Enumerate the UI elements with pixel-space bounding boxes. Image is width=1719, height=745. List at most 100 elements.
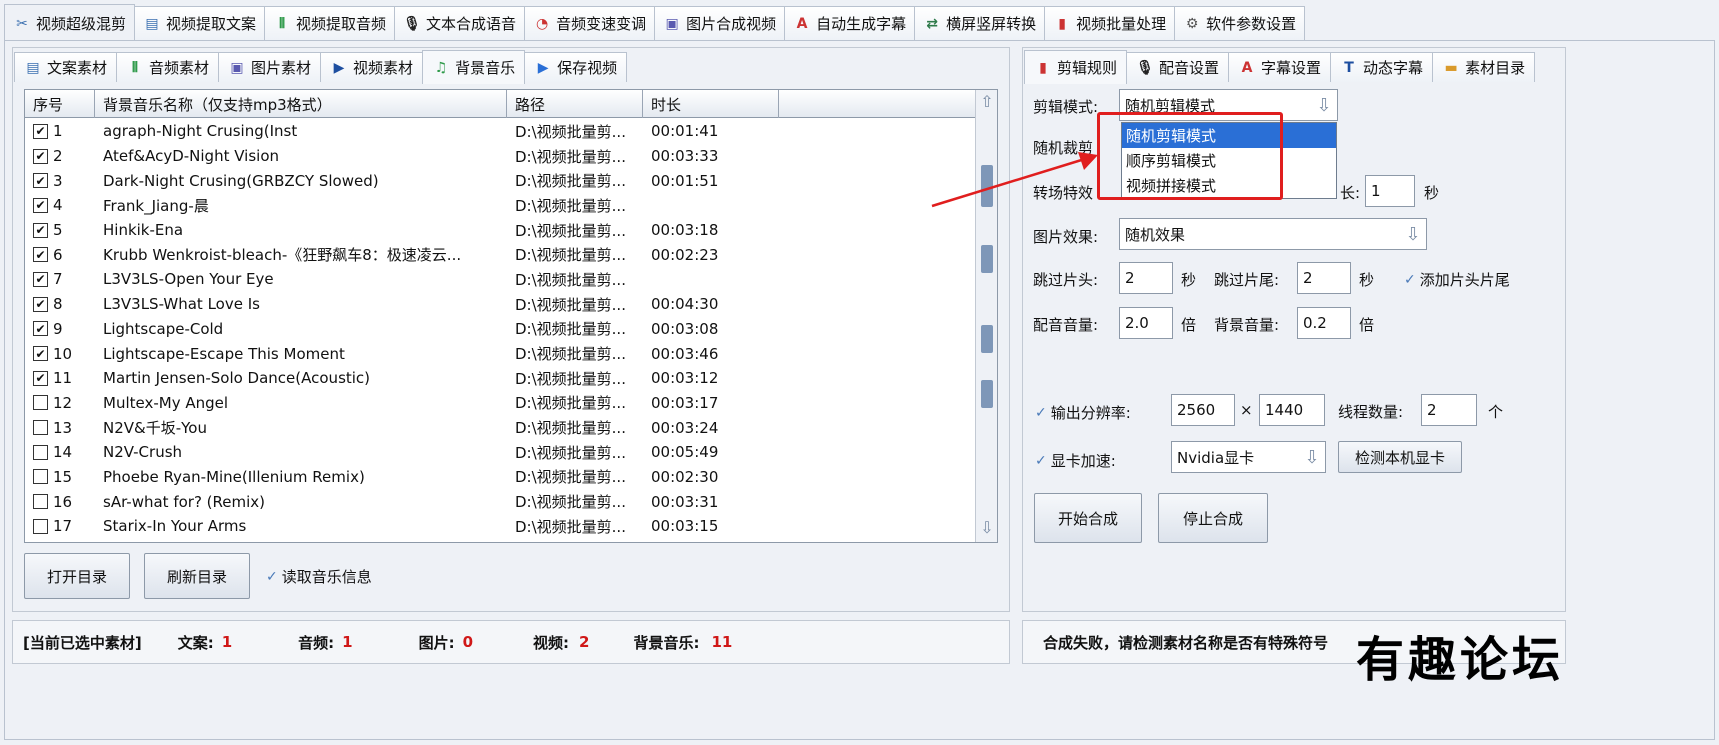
table-row[interactable]: ✔ 1 agraph-Night Crusing(Inst D:\视频批量剪... 00…	[25, 119, 975, 144]
row-no: 5	[53, 221, 63, 240]
table-row[interactable]: ✔ 2 Atef&AcyD-Night Vision D:\视频批量剪... 00:03…	[25, 144, 975, 169]
table-row[interactable]: ✔ 7 L3V3LS-Open Your Eye D:\视频批量剪...	[25, 267, 975, 292]
bg-volume-input[interactable]: 0.2	[1297, 307, 1351, 339]
output-resolution-checkbox[interactable]: ✓ 输出分辨率:	[1035, 402, 1131, 423]
scroll-up-icon[interactable]: ⇧	[978, 92, 996, 112]
row-checkbox[interactable]	[33, 518, 48, 534]
row-checkbox[interactable]	[33, 469, 48, 485]
table-row[interactable]: 12 Multex-My Angel D:\视频批量剪... 00:03:17	[25, 391, 975, 416]
settings-tab[interactable]: A 字幕设置	[1228, 52, 1332, 82]
settings-tab[interactable]: ▮ 剪辑规则	[1024, 50, 1128, 84]
gpu-accel-checkbox[interactable]: ✓ 显卡加速:	[1035, 450, 1116, 471]
table-row[interactable]: 14 N2V-Crush D:\视频批量剪... 00:05:49	[25, 440, 975, 465]
annotation-highlight-box	[1097, 112, 1283, 200]
table-row[interactable]: ✔ 9 Lightscape-Cold D:\视频批量剪... 00:03:08	[25, 317, 975, 342]
transition-duration-input[interactable]: 1	[1365, 175, 1415, 207]
scroll-down-icon[interactable]: ⇩	[978, 518, 996, 538]
table-row[interactable]: 15 Phoebe Ryan-Mine(Illenium Remix) D:\视频批…	[25, 465, 975, 490]
material-tab[interactable]: ♫ 背景音乐	[422, 50, 526, 84]
main-tab[interactable]: ▣ 图片合成视频	[654, 6, 786, 40]
material-tab[interactable]: ▶ 视频素材	[320, 52, 424, 82]
voice-volume-input[interactable]: 2.0	[1119, 307, 1173, 339]
material-tab-label: 保存视频	[557, 59, 618, 77]
row-name: Martin Jensen-Solo Dance(Acoustic)	[103, 369, 371, 388]
read-music-info-checkbox[interactable]: ✓ 读取音乐信息	[266, 566, 372, 587]
threads-input[interactable]: 2	[1421, 394, 1477, 426]
table-row[interactable]: ✔ 6 Krubb Wenkroist-bleach-《狂野飙车8：极速凌云... D…	[25, 242, 975, 267]
table-row[interactable]: 13 N2V&千坂-You D:\视频批量剪... 00:03:24	[25, 415, 975, 440]
stop-compose-button[interactable]: 停止合成	[1158, 493, 1268, 543]
main-tab[interactable]: ⇄ 横屏竖屏转换	[914, 6, 1046, 40]
main-tab[interactable]: ◔ 音频变速变调	[524, 6, 656, 40]
dropdown-arrow-icon[interactable]: ⇩	[1402, 221, 1424, 247]
main-tab[interactable]: A 自动生成字幕	[784, 6, 916, 40]
row-checkbox[interactable]: ✔	[33, 148, 48, 164]
row-no-cell: ✔ 1	[25, 119, 95, 144]
row-checkbox[interactable]	[33, 494, 48, 510]
main-tab[interactable]: ⦀ 视频提取音频	[264, 6, 396, 40]
header-no[interactable]: 序号	[25, 90, 95, 118]
threads-label: 线程数量:	[1338, 403, 1404, 421]
row-checkbox[interactable]: ✔	[33, 247, 48, 263]
row-path: D:\视频批量剪...	[515, 369, 626, 388]
row-checkbox[interactable]	[33, 395, 48, 411]
table-row[interactable]: ✔ 10 Lightscape-Escape This Moment D:\视频批量剪…	[25, 341, 975, 366]
row-checkbox[interactable]: ✔	[33, 271, 48, 287]
resolution-height-input[interactable]: 1440	[1259, 394, 1325, 426]
table-row[interactable]: ✔ 4 Frank_Jiang-晨 D:\视频批量剪...	[25, 193, 975, 218]
table-row[interactable]: ✔ 8 L3V3LS-What Love Is D:\视频批量剪... 00:04:30	[25, 292, 975, 317]
material-tab[interactable]: ▶ 保存视频	[524, 52, 628, 82]
row-duration: 00:03:17	[651, 393, 719, 412]
row-checkbox[interactable]	[33, 420, 48, 436]
settings-tab[interactable]: ▬ 素材目录	[1432, 52, 1536, 82]
main-tab[interactable]: ✂ 视频超级混剪	[4, 4, 136, 42]
main-tab[interactable]: ▤ 视频提取文案	[134, 6, 266, 40]
table-row[interactable]: 16 sAr-what for? (Remix) D:\视频批量剪... 00:03:…	[25, 489, 975, 514]
image-effect-select[interactable]: 随机效果 ⇩	[1119, 218, 1427, 250]
skip-tail-input[interactable]: 2	[1297, 262, 1351, 294]
row-duration: 00:03:12	[651, 369, 719, 388]
row-checkbox[interactable]: ✔	[33, 370, 48, 386]
row-checkbox[interactable]: ✔	[33, 197, 48, 213]
row-no-cell: ✔ 8	[25, 292, 95, 317]
material-tab[interactable]: ▣ 图片素材	[218, 52, 322, 82]
main-tab[interactable]: ▮ 视频批量处理	[1044, 6, 1176, 40]
table-row[interactable]: ✔ 3 Dark-Night Crusing(GRBZCY Slowed) D:\视频…	[25, 168, 975, 193]
row-checkbox[interactable]	[33, 444, 48, 460]
row-no-cell: ✔ 9	[25, 317, 95, 342]
header-duration[interactable]: 时长	[643, 90, 779, 118]
annotation-arrow	[931, 152, 1098, 208]
skip-tail-label: 跳过片尾:	[1214, 271, 1280, 289]
add-head-tail-checkbox[interactable]: ✓ 添加片头片尾	[1404, 269, 1510, 290]
row-checkbox[interactable]: ✔	[33, 222, 48, 238]
settings-tab[interactable]: T 动态字幕	[1330, 52, 1434, 82]
row-checkbox[interactable]: ✔	[33, 321, 48, 337]
main-tab[interactable]: ⚙ 软件参数设置	[1174, 6, 1306, 40]
table-row[interactable]: 17 Starix-In Your Arms D:\视频批量剪... 00:03:15	[25, 514, 975, 539]
row-no: 1	[53, 122, 63, 141]
save-video-icon: ▶	[537, 59, 549, 76]
row-checkbox[interactable]: ✔	[33, 123, 48, 139]
material-tab[interactable]: ⦀ 音频素材	[116, 52, 220, 82]
detect-gpu-button[interactable]: 检测本机显卡	[1338, 441, 1462, 473]
main-tab-label: 自动生成字幕	[816, 15, 907, 33]
row-checkbox[interactable]: ✔	[33, 296, 48, 312]
row-checkbox[interactable]: ✔	[33, 173, 48, 189]
header-path[interactable]: 路径	[507, 90, 643, 118]
material-tab[interactable]: ▤ 文案素材	[14, 52, 118, 82]
dropdown-arrow-icon[interactable]: ⇩	[1301, 444, 1323, 470]
dropdown-arrow-icon[interactable]: ⇩	[1313, 92, 1335, 118]
gpu-select[interactable]: Nvidia显卡 ⇩	[1171, 441, 1326, 473]
skip-head-input[interactable]: 2	[1119, 262, 1173, 294]
header-name[interactable]: 背景音乐名称（仅支持mp3格式）	[95, 90, 507, 118]
open-dir-button[interactable]: 打开目录	[24, 553, 130, 599]
main-tab[interactable]: 🎙 文本合成语音	[394, 6, 526, 40]
table-row[interactable]: ✔ 11 Martin Jensen-Solo Dance(Acoustic) D:\…	[25, 366, 975, 391]
gpu-select-value: Nvidia显卡	[1177, 448, 1255, 467]
refresh-dir-button[interactable]: 刷新目录	[144, 553, 250, 599]
start-compose-button[interactable]: 开始合成	[1034, 493, 1142, 543]
table-row[interactable]: ✔ 5 Hinkik-Ena D:\视频批量剪... 00:03:18	[25, 218, 975, 243]
settings-tab[interactable]: 🎙 配音设置	[1126, 52, 1230, 82]
resolution-width-input[interactable]: 2560	[1171, 394, 1235, 426]
row-checkbox[interactable]: ✔	[33, 346, 48, 362]
